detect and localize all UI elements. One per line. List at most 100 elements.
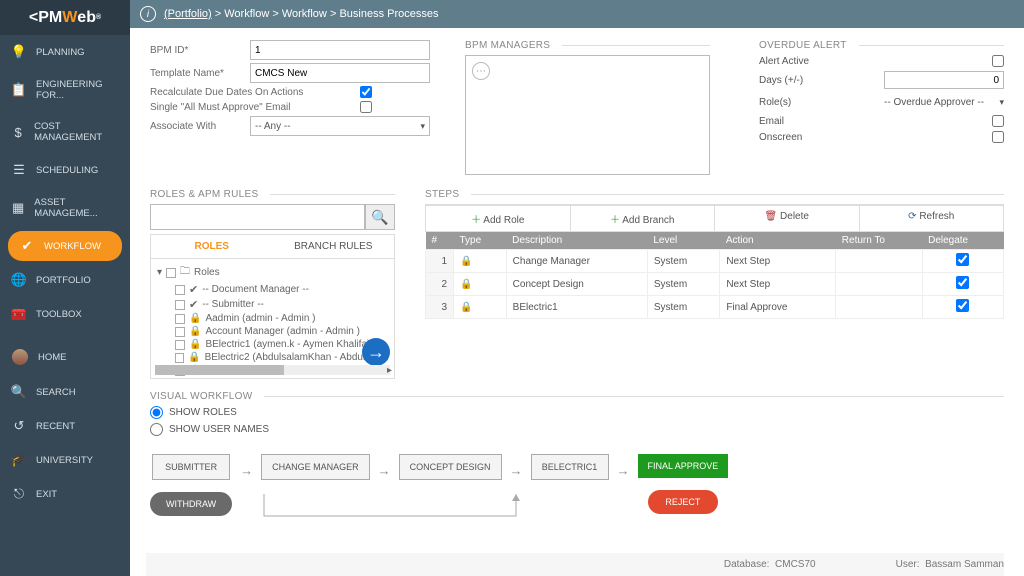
roles-tree[interactable]: ▾🗀Roles ✔-- Document Manager --✔-- Submi… xyxy=(150,259,395,379)
nav-icon: ✔ xyxy=(20,239,34,253)
bpm-managers-title: BPM MANAGERS xyxy=(465,40,710,51)
delegate-checkbox[interactable] xyxy=(956,253,969,266)
assign-arrow-button[interactable]: → xyxy=(362,338,390,366)
steps-col-header[interactable]: # xyxy=(426,232,454,250)
managers-more-button[interactable]: ⋯ xyxy=(472,62,490,80)
sidebar-item-toolbox[interactable]: 🧰TOOLBOX xyxy=(0,297,130,331)
tab-roles[interactable]: ROLES xyxy=(151,235,273,258)
nav-icon: 🎓 xyxy=(12,453,26,467)
overdue-days-input[interactable] xyxy=(884,71,1004,89)
table-row[interactable]: 3🔒BElectric1SystemFinal Approve xyxy=(426,296,1004,319)
node-change-manager[interactable]: CHANGE MANAGER xyxy=(261,454,370,480)
workflow-diagram: SUBMITTER WITHDRAW → CHANGE MANAGER → CO… xyxy=(150,454,1004,534)
template-name-label: Template Name* xyxy=(150,68,250,79)
single-approve-checkbox[interactable] xyxy=(360,101,372,113)
refresh-button[interactable]: ⟳ Refresh xyxy=(859,205,1005,232)
sidebar-item-planning[interactable]: 💡PLANNING xyxy=(0,35,130,69)
arrow-icon: → xyxy=(617,463,630,478)
sidebar-item-cost-management[interactable]: $COST MANAGEMENT xyxy=(0,111,130,153)
sidebar-item-home[interactable]: HOME xyxy=(0,339,130,375)
node-reject[interactable]: REJECT xyxy=(648,490,718,514)
roles-panel: ROLES & APM RULES 🔍 ROLES BRANCH RULES ▾… xyxy=(150,189,395,379)
lock-icon: 🔒 xyxy=(460,279,472,290)
nav-icon: 🌐 xyxy=(12,273,26,287)
arrow-icon: → xyxy=(510,463,523,478)
breadcrumb-segment[interactable]: (Portfolio) xyxy=(164,8,212,20)
lock-icon: 🔒 xyxy=(189,326,201,337)
nav-icon: 🔍 xyxy=(12,385,26,399)
lock-icon: 🔒 xyxy=(188,352,200,363)
role-tree-item[interactable]: ✔-- Document Manager -- xyxy=(175,282,388,297)
table-row[interactable]: 1🔒Change ManagerSystemNext Step xyxy=(426,250,1004,273)
role-tree-item[interactable]: 🔒Account Manager (admin - Admin ) xyxy=(175,325,388,338)
tree-scrollbar[interactable]: ▸ xyxy=(155,365,390,375)
add-branch-button[interactable]: ＋ Add Branch xyxy=(570,205,715,232)
node-final-approve[interactable]: FINAL APPROVE xyxy=(638,454,729,478)
role-tree-item[interactable]: 🔒Aadmin (admin - Admin ) xyxy=(175,312,388,325)
steps-panel: STEPS ＋ Add Role ＋ Add Branch 🗑 Delete ⟳… xyxy=(425,189,1004,379)
tab-branch-rules[interactable]: BRANCH RULES xyxy=(273,235,395,258)
roles-search-input[interactable] xyxy=(150,204,365,230)
sidebar-item-recent[interactable]: ↺RECENT xyxy=(0,409,130,443)
steps-col-header[interactable]: Action xyxy=(720,232,836,250)
bpm-id-label: BPM ID* xyxy=(150,45,250,56)
sidebar-item-university[interactable]: 🎓UNIVERSITY xyxy=(0,443,130,477)
associate-with-select[interactable]: -- Any --▾ xyxy=(250,116,430,136)
arrow-icon: → xyxy=(378,463,391,478)
bpm-form: BPM ID* Template Name* Recalculate Due D… xyxy=(150,40,430,175)
role-tree-item[interactable]: ✔-- Submitter -- xyxy=(175,297,388,312)
delete-button[interactable]: 🗑 Delete xyxy=(714,205,859,232)
roles-search-button[interactable]: 🔍 xyxy=(365,204,395,230)
alert-active-checkbox[interactable] xyxy=(992,55,1004,67)
node-withdraw[interactable]: WITHDRAW xyxy=(150,492,232,516)
search-icon: 🔍 xyxy=(371,209,388,226)
role-tree-item[interactable]: 🔒BElectric1 (aymen.k - Aymen Khalifa) xyxy=(175,338,388,351)
visual-workflow: VISUAL WORKFLOW SHOW ROLES SHOW USER NAM… xyxy=(150,391,1004,534)
delegate-checkbox[interactable] xyxy=(956,299,969,312)
show-roles-radio[interactable] xyxy=(150,406,163,419)
sidebar-item-scheduling[interactable]: ☰SCHEDULING xyxy=(0,153,130,187)
overdue-title: OVERDUE ALERT xyxy=(759,40,1004,51)
node-concept-design[interactable]: CONCEPT DESIGN xyxy=(399,454,502,480)
sidebar-item-workflow[interactable]: ✔WORKFLOW xyxy=(8,231,122,261)
sidebar: <PMWeb® 💡PLANNING📋ENGINEERING FOR...$COS… xyxy=(0,0,130,576)
delegate-checkbox[interactable] xyxy=(956,276,969,289)
chevron-down-icon: ▾ xyxy=(420,121,425,132)
lock-icon: 🔒 xyxy=(189,339,201,350)
nav-icon: 🧰 xyxy=(12,307,26,321)
steps-col-header[interactable]: Description xyxy=(506,232,647,250)
steps-col-header[interactable]: Return To xyxy=(836,232,922,250)
overdue-alert-panel: OVERDUE ALERT Alert Active Days (+/-) Ro… xyxy=(759,40,1004,175)
bpm-id-input[interactable] xyxy=(250,40,430,60)
sidebar-item-engineering-for-[interactable]: 📋ENGINEERING FOR... xyxy=(0,69,130,111)
show-users-radio[interactable] xyxy=(150,423,163,436)
steps-col-header[interactable]: Delegate xyxy=(922,232,1003,250)
sidebar-item-exit[interactable]: ⎋EXIT xyxy=(0,477,130,511)
node-belectric1[interactable]: BELECTRIC1 xyxy=(531,454,609,480)
recalc-checkbox[interactable] xyxy=(360,86,372,98)
lock-icon: 🔒 xyxy=(189,313,201,324)
arrow-icon: → xyxy=(240,463,253,478)
lock-icon: 🔒 xyxy=(460,256,472,267)
role-tree-item[interactable]: 🔒BElectric2 (AbdulsalamKhan - Abdul Sala xyxy=(175,351,388,364)
node-submitter[interactable]: SUBMITTER xyxy=(152,454,230,480)
nav-icon: 💡 xyxy=(12,45,26,59)
table-row[interactable]: 2🔒Concept DesignSystemNext Step xyxy=(426,273,1004,296)
nav-icon: ↺ xyxy=(12,419,26,433)
template-name-input[interactable] xyxy=(250,63,430,83)
steps-col-header[interactable]: Type xyxy=(454,232,507,250)
nav-icon: $ xyxy=(12,125,24,139)
overdue-email-checkbox[interactable] xyxy=(992,115,1004,127)
recalc-label: Recalculate Due Dates On Actions xyxy=(150,87,360,98)
sidebar-item-asset-manageme-[interactable]: ▦ASSET MANAGEME... xyxy=(0,187,130,229)
steps-col-header[interactable]: Level xyxy=(647,232,719,250)
sidebar-item-search[interactable]: 🔍SEARCH xyxy=(0,375,130,409)
overdue-roles-select[interactable]: -- Overdue Approver --▾ xyxy=(884,93,1004,111)
add-role-button[interactable]: ＋ Add Role xyxy=(425,205,570,232)
chevron-down-icon: ▾ xyxy=(999,97,1004,108)
breadcrumb-segment: Workflow xyxy=(224,8,269,20)
info-icon[interactable]: i xyxy=(140,6,156,22)
sidebar-item-portfolio[interactable]: 🌐PORTFOLIO xyxy=(0,263,130,297)
overdue-onscreen-checkbox[interactable] xyxy=(992,131,1004,143)
breadcrumb-segment: Workflow xyxy=(282,8,327,20)
